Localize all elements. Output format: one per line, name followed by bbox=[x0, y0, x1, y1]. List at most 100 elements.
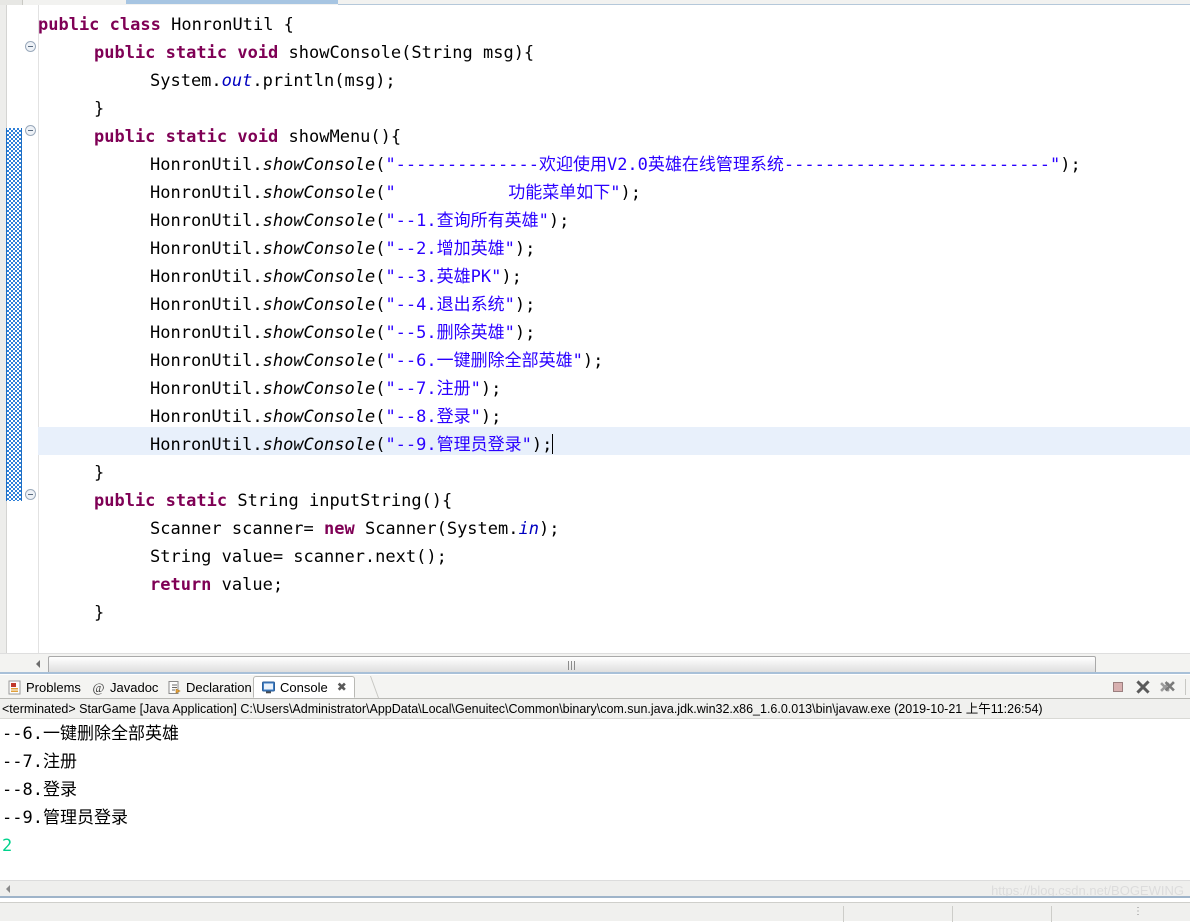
code-token: HonronUtil. bbox=[150, 435, 263, 455]
code-line[interactable]: HonronUtil.showConsole("--9.管理员登录"); bbox=[150, 431, 554, 459]
code-token: "--2.增加英雄" bbox=[385, 239, 515, 259]
code-token: ); bbox=[531, 435, 553, 455]
code-token: System. bbox=[150, 71, 222, 91]
java-source-editor[interactable]: public class HonronUtil {public static v… bbox=[0, 5, 1190, 653]
code-token: HonronUtil { bbox=[160, 15, 294, 35]
tab-problems[interactable]: Problems bbox=[0, 676, 89, 698]
code-token: "--------------欢迎使用V2.0英雄在线管理系统---------… bbox=[385, 155, 1061, 175]
active-editor-tab-sliver[interactable] bbox=[126, 0, 338, 4]
code-token: ); bbox=[582, 351, 604, 371]
folding-ruler[interactable] bbox=[22, 5, 39, 653]
code-token: ); bbox=[538, 519, 560, 539]
fold-collapse-icon[interactable] bbox=[25, 125, 36, 136]
tab-declaration-label: Declaration bbox=[186, 679, 252, 695]
tab-problems-label: Problems bbox=[26, 679, 81, 695]
code-token: public bbox=[94, 43, 156, 63]
remove-x-icon[interactable] bbox=[1135, 679, 1151, 695]
fold-collapse-icon[interactable] bbox=[25, 41, 36, 52]
console-input-line: 2 bbox=[2, 836, 13, 856]
code-token: public bbox=[38, 15, 100, 35]
code-line[interactable]: HonronUtil.showConsole("--6.一键删除全部英雄"); bbox=[150, 347, 603, 375]
code-line[interactable]: } bbox=[94, 95, 104, 123]
scroll-left-arrow-icon[interactable] bbox=[3, 883, 13, 895]
code-token: } bbox=[94, 603, 105, 623]
code-token: showConsole bbox=[262, 239, 376, 259]
javadoc-icon: @ bbox=[91, 680, 106, 695]
fold-collapse-icon[interactable] bbox=[25, 489, 36, 500]
code-token: String value= scanner.next(); bbox=[150, 547, 447, 567]
code-line[interactable]: public static String inputString(){ bbox=[94, 487, 452, 515]
code-line[interactable]: HonronUtil.showConsole("--2.增加英雄"); bbox=[150, 235, 535, 263]
editor-horizontal-scrollbar[interactable] bbox=[0, 653, 1190, 674]
code-line[interactable]: HonronUtil.showConsole(" 功能菜单如下"); bbox=[150, 179, 641, 207]
remove-all-xx-icon[interactable] bbox=[1160, 679, 1176, 695]
tab-trailing-edge bbox=[355, 676, 380, 698]
tab-javadoc[interactable]: @ Javadoc bbox=[84, 676, 167, 698]
code-token: HonronUtil. bbox=[150, 211, 263, 231]
code-token: "--1.查询所有英雄" bbox=[385, 211, 549, 231]
code-line[interactable]: HonronUtil.showConsole("--------------欢迎… bbox=[150, 151, 1081, 179]
code-text[interactable]: public class HonronUtil {public static v… bbox=[38, 5, 1190, 653]
code-line[interactable]: HonronUtil.showConsole("--4.退出系统"); bbox=[150, 291, 535, 319]
code-line[interactable]: public static void showMenu(){ bbox=[94, 123, 401, 151]
code-line[interactable]: System.out.println(msg); bbox=[150, 67, 396, 95]
tab-javadoc-label: Javadoc bbox=[110, 679, 159, 695]
code-line[interactable]: } bbox=[94, 599, 104, 627]
console-process-line: <terminated> StarGame [Java Application]… bbox=[0, 699, 1190, 719]
code-token: void bbox=[237, 43, 279, 63]
console-output-line: --6.一键删除全部英雄 bbox=[2, 724, 179, 744]
status-separator bbox=[1051, 906, 1052, 922]
console-bottom-divider bbox=[0, 896, 1190, 898]
code-token: HonronUtil. bbox=[150, 351, 263, 371]
code-token: in bbox=[518, 519, 539, 539]
editor-bottom-divider bbox=[0, 672, 1190, 674]
code-token: "--9.管理员登录" bbox=[385, 435, 532, 455]
view-tab-bar: Problems @ Javadoc Declaration Console ✖ bbox=[0, 675, 1190, 699]
code-token: ( bbox=[375, 155, 386, 175]
scroll-left-arrow-icon[interactable] bbox=[33, 658, 43, 670]
code-token: ); bbox=[501, 267, 522, 287]
console-icon bbox=[261, 680, 276, 695]
console-horizontal-scrollbar[interactable]: https://blog.csdn.net/BOGEWING bbox=[0, 880, 1190, 898]
code-line[interactable]: Scanner scanner= new Scanner(System.in); bbox=[150, 515, 559, 543]
code-token: ( bbox=[375, 323, 386, 343]
code-token: ( bbox=[375, 435, 386, 455]
code-token: } bbox=[94, 99, 105, 119]
code-line[interactable]: return value; bbox=[150, 571, 283, 599]
close-icon[interactable]: ✖ bbox=[337, 680, 347, 694]
code-token: new bbox=[324, 519, 355, 539]
code-line[interactable]: public class HonronUtil { bbox=[38, 11, 294, 39]
problems-icon bbox=[7, 680, 22, 695]
code-token: showConsole bbox=[262, 435, 376, 455]
code-token: showConsole bbox=[262, 155, 376, 175]
code-token: showConsole bbox=[262, 211, 376, 231]
code-line[interactable]: HonronUtil.showConsole("--7.注册"); bbox=[150, 375, 501, 403]
code-token: HonronUtil. bbox=[150, 267, 263, 287]
code-token: .println(msg); bbox=[252, 71, 396, 91]
console-view: Problems @ Javadoc Declaration Console ✖… bbox=[0, 675, 1190, 900]
code-token: ); bbox=[480, 379, 502, 399]
code-line[interactable]: HonronUtil.showConsole("--1.查询所有英雄"); bbox=[150, 207, 569, 235]
code-token: ( bbox=[375, 351, 386, 371]
code-token: static bbox=[165, 127, 228, 147]
code-token: ); bbox=[514, 239, 536, 259]
console-output[interactable]: --6.一键删除全部英雄 --7.注册 --8.登录 --9.管理员登录 2 bbox=[0, 720, 1190, 856]
code-line[interactable]: HonronUtil.showConsole("--3.英雄PK"); bbox=[150, 263, 522, 291]
code-line[interactable]: HonronUtil.showConsole("--5.删除英雄"); bbox=[150, 319, 535, 347]
console-output-line: --8.登录 bbox=[2, 780, 77, 800]
code-token: ( bbox=[375, 379, 386, 399]
code-token: "--3.英雄PK" bbox=[385, 267, 502, 287]
code-line[interactable]: public static void showConsole(String ms… bbox=[94, 39, 534, 67]
scrollbar-grip-icon bbox=[568, 661, 576, 670]
code-line[interactable]: String value= scanner.next(); bbox=[150, 543, 447, 571]
code-token: " 功能菜单如下" bbox=[385, 183, 621, 203]
tab-declaration[interactable]: Declaration bbox=[160, 676, 260, 698]
tab-console[interactable]: Console ✖ bbox=[253, 676, 355, 698]
status-bar: ⋮ bbox=[0, 902, 1190, 922]
status-overflow-icon[interactable]: ⋮ bbox=[1133, 907, 1143, 917]
stop-square-icon[interactable] bbox=[1110, 679, 1126, 695]
code-line[interactable]: } bbox=[94, 459, 104, 487]
